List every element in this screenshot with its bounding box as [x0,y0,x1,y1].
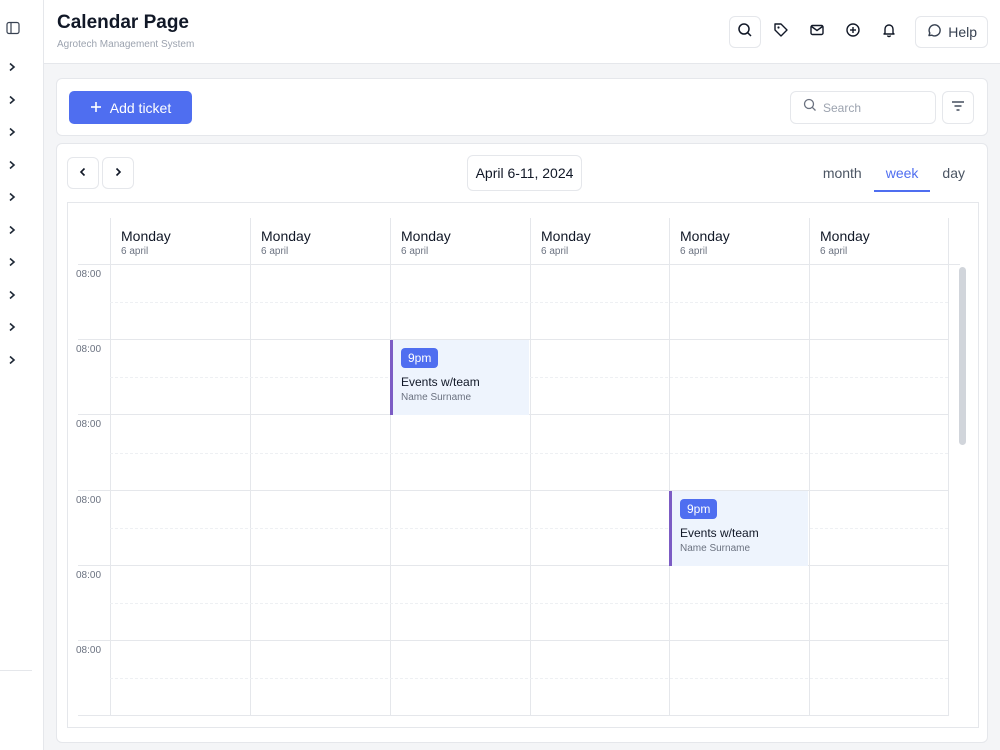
notifications-button[interactable] [873,16,905,48]
view-switcher: month week day [811,156,977,192]
chat-icon [926,23,942,42]
time-label: 08:00 [76,419,102,430]
mail-button[interactable] [801,16,833,48]
half-hour-line [110,453,948,454]
half-hour-line [110,302,948,303]
chevron-right-icon[interactable] [3,221,21,239]
tab-day[interactable]: day [930,156,977,192]
row-line [78,640,948,641]
event-person: Name Surname [680,543,751,554]
column-header: Monday 6 april [669,218,809,264]
column-header: Monday 6 april [809,218,949,264]
grid-scrollbar[interactable] [959,267,966,445]
chevron-right-icon[interactable] [3,91,21,109]
row-line [78,565,948,566]
help-label: Help [948,24,977,40]
row-line [78,264,960,265]
time-label: 08:00 [76,344,102,355]
chevron-right-icon[interactable] [3,58,21,76]
column-line [948,218,949,716]
event-title: Events w/team [401,375,480,389]
tab-week[interactable]: week [873,156,931,192]
chevron-right-icon [113,164,123,182]
column-day: Monday [541,228,591,244]
plus-icon [90,100,102,116]
half-hour-line [110,528,948,529]
column-date: 6 april [680,246,708,257]
tab-month[interactable]: month [811,156,874,192]
time-label: 08:00 [76,570,102,581]
plus-circle-icon [845,22,861,43]
rail-divider [0,670,32,671]
column-date: 6 april [261,246,289,257]
sidebar-toggle-icon[interactable] [4,19,22,37]
tag-icon [773,22,789,43]
next-week-button[interactable] [102,157,134,189]
chevron-right-icon[interactable] [3,351,21,369]
row-line [78,490,948,491]
half-hour-line [110,603,948,604]
time-label: 08:00 [76,269,102,280]
bell-icon [881,22,897,43]
calendar-event[interactable]: 9pm Events w/team Name Surname [669,491,808,566]
filter-button[interactable] [942,91,974,124]
chevron-right-icon[interactable] [3,286,21,304]
column-day: Monday [680,228,730,244]
help-button[interactable]: Help [915,16,988,48]
column-date: 6 april [820,246,848,257]
page-title: Calendar Page [57,12,189,33]
event-time-badge: 9pm [401,348,439,368]
column-header: Monday 6 april [110,218,250,264]
chevron-right-icon[interactable] [3,253,21,271]
time-label: 08:00 [76,645,102,656]
event-title: Events w/team [680,526,759,540]
search-input[interactable] [823,100,923,115]
time-label: 08:00 [76,495,102,506]
left-rail [0,0,44,750]
tag-button[interactable] [765,16,797,48]
search-field[interactable] [790,91,936,124]
date-range-label[interactable]: April 6-11, 2024 [467,155,582,191]
column-date: 6 april [401,246,429,257]
header-actions: Help [729,16,988,48]
search-button[interactable] [729,16,762,48]
search-icon [803,98,817,117]
column-day: Monday [820,228,870,244]
column-date: 6 april [541,246,569,257]
event-time-badge: 9pm [680,499,718,519]
column-day: Monday [121,228,171,244]
column-header: Monday 6 april [390,218,530,264]
filter-icon [951,99,965,117]
add-ticket-label: Add ticket [109,99,172,116]
chevron-left-icon [78,164,88,182]
chevron-right-icon[interactable] [3,123,21,141]
row-line [78,715,948,716]
chevron-right-icon[interactable] [3,156,21,174]
add-ticket-button[interactable]: Add ticket [69,91,192,124]
page-header: Calendar Page Agrotech Management System… [44,0,1000,64]
half-hour-line [110,377,948,378]
column-header: Monday 6 april [530,218,670,264]
event-person: Name Surname [401,392,472,403]
week-grid: Monday 6 april Monday 6 april Monday 6 a… [67,202,979,728]
column-day: Monday [401,228,451,244]
search-icon [737,22,753,43]
mail-icon [809,22,825,43]
page-subtitle: Agrotech Management System [57,39,195,50]
column-day: Monday [261,228,311,244]
prev-week-button[interactable] [67,157,99,189]
ticket-toolbar: Add ticket [56,78,988,136]
column-date: 6 april [121,246,149,257]
column-header: Monday 6 april [250,218,390,264]
calendar-event[interactable]: 9pm Events w/team Name Surname [390,340,529,415]
add-button[interactable] [837,16,869,48]
chevron-right-icon[interactable] [3,318,21,336]
chevron-right-icon[interactable] [3,188,21,206]
half-hour-line [110,678,948,679]
calendar-card: April 6-11, 2024 month week day Monday 6… [56,143,988,743]
